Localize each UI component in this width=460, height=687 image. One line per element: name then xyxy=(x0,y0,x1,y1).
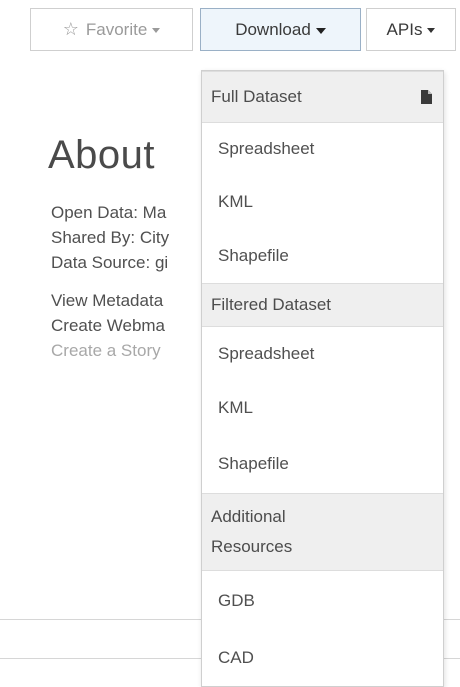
filtered-shapefile-item[interactable]: Shapefile xyxy=(202,435,443,493)
about-heading: About xyxy=(48,133,156,177)
page: ☆ Favorite Download APIs About Open Data… xyxy=(0,0,460,687)
additional-resources-header-label: Additional Resources xyxy=(211,502,292,562)
caret-down-icon xyxy=(427,28,436,33)
menu-item-label: Shapefile xyxy=(218,454,289,473)
full-dataset-header-label: Full Dataset xyxy=(211,87,302,106)
filtered-kml-item[interactable]: KML xyxy=(202,381,443,435)
filtered-spreadsheet-item[interactable]: Spreadsheet xyxy=(202,327,443,381)
additional-resources-header: Additional Resources xyxy=(202,493,443,571)
gdb-item[interactable]: GDB xyxy=(202,571,443,631)
download-dropdown-menu: Full Dataset Spreadsheet KML Shapefile F… xyxy=(201,70,444,687)
star-outline-icon: ☆ xyxy=(62,19,79,39)
menu-item-label: KML xyxy=(218,192,253,211)
menu-item-label: Shapefile xyxy=(218,246,289,265)
favorite-label: Favorite xyxy=(85,19,148,39)
favorite-button[interactable]: ☆ Favorite xyxy=(30,8,193,51)
create-webmap-link[interactable]: Create Webma xyxy=(51,316,165,336)
download-label: Download xyxy=(235,19,311,39)
full-spreadsheet-item[interactable]: Spreadsheet xyxy=(202,123,443,175)
download-button[interactable]: Download xyxy=(200,8,361,51)
full-kml-item[interactable]: KML xyxy=(202,175,443,229)
file-icon xyxy=(421,90,432,104)
menu-item-label: KML xyxy=(218,398,253,417)
cad-item[interactable]: CAD xyxy=(202,631,443,685)
additional-header-line1: Additional xyxy=(211,507,286,526)
filtered-dataset-header: Filtered Dataset xyxy=(202,283,443,327)
shared-by-line: Shared By: City xyxy=(51,228,170,247)
data-source-line: Data Source: gi xyxy=(51,253,169,272)
apis-label: APIs xyxy=(386,19,423,39)
apis-button[interactable]: APIs xyxy=(366,8,456,51)
full-dataset-header: Full Dataset xyxy=(202,71,443,123)
create-story-link[interactable]: Create a Story xyxy=(51,341,161,361)
menu-item-label: Spreadsheet xyxy=(218,344,315,363)
menu-item-label: CAD xyxy=(218,648,254,667)
caret-down-icon xyxy=(152,28,161,33)
full-shapefile-item[interactable]: Shapefile xyxy=(202,229,443,283)
menu-item-label: GDB xyxy=(218,591,255,610)
view-metadata-link[interactable]: View Metadata xyxy=(51,291,163,311)
additional-header-line2: Resources xyxy=(211,537,293,556)
caret-down-icon xyxy=(315,27,326,34)
menu-item-label: Spreadsheet xyxy=(218,139,315,158)
open-data-line: Open Data: Ma xyxy=(51,203,167,222)
filtered-dataset-header-label: Filtered Dataset xyxy=(211,295,331,314)
